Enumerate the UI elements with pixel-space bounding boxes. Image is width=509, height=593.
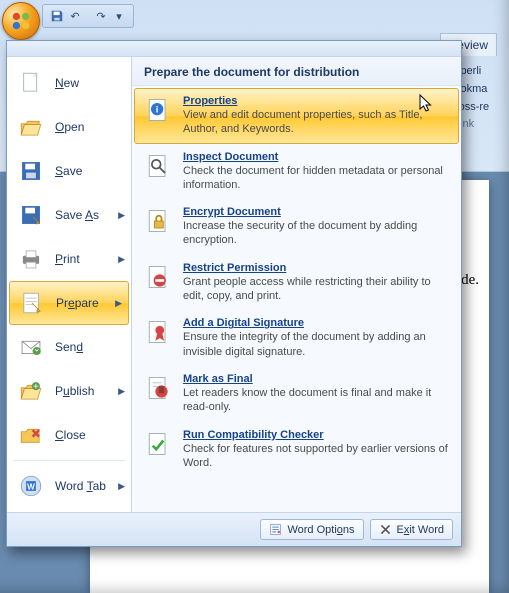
menu-item-prepare[interactable]: Prepare ▶: [9, 281, 129, 325]
compat-icon: [143, 429, 173, 459]
menu-item-print[interactable]: Print ▶: [7, 237, 131, 281]
qat-divider: [85, 8, 91, 24]
prepare-item-final[interactable]: Mark as FinalLet readers know the docume…: [134, 366, 459, 422]
prepare-item-encrypt[interactable]: Encrypt DocumentIncrease the security of…: [134, 199, 459, 255]
new-icon: [17, 69, 45, 97]
prepare-item-properties[interactable]: i PropertiesView and edit document proper…: [134, 88, 459, 144]
prepare-item-title: Inspect Document: [183, 151, 450, 163]
menu-footer: Word Options Exit Word: [7, 512, 461, 546]
office-menu: New Open Save Save As ▶ Print ▶ Prepare ▶ Send Pub…: [6, 40, 462, 547]
menu-item-save[interactable]: Save: [7, 149, 131, 193]
menu-item-label: Save: [55, 164, 82, 178]
saveas-icon: [17, 201, 45, 229]
prepare-item-desc: Let readers know the document is final a…: [183, 386, 450, 415]
menu-item-saveas[interactable]: Save As ▶: [7, 193, 131, 237]
menu-item-wordtab[interactable]: W Word Tab ▶: [7, 464, 131, 508]
menu-item-label: Word Tab: [55, 479, 106, 493]
word-options-button[interactable]: Word Options: [260, 519, 363, 540]
wordtab-icon: W: [17, 472, 45, 500]
menu-item-label: Prepare: [56, 296, 99, 310]
office-button[interactable]: [2, 2, 40, 40]
menu-item-label: Print: [55, 252, 80, 266]
prepare-icon: [18, 289, 46, 317]
menu-item-send[interactable]: Send: [7, 325, 131, 369]
submenu-arrow-icon: ▶: [118, 386, 125, 397]
qat-save-icon[interactable]: [49, 8, 65, 24]
open-icon: [17, 113, 45, 141]
menu-item-publish[interactable]: Publish ▶: [7, 369, 131, 413]
menu-item-label: New: [55, 76, 79, 90]
prepare-item-signature[interactable]: Add a Digital SignatureEnsure the integr…: [134, 310, 459, 366]
menu-header-strip: [7, 41, 461, 57]
word-options-label: Word Options: [287, 524, 354, 536]
prepare-item-compat[interactable]: Run Compatibility CheckerCheck for featu…: [134, 422, 459, 478]
prepare-item-desc: Ensure the integrity of the document by …: [183, 330, 450, 359]
exit-word-label: Exit Word: [397, 524, 444, 536]
restrict-icon: [143, 262, 173, 292]
final-icon: [143, 373, 173, 403]
prepare-item-title: Properties: [183, 95, 450, 107]
save-icon: [17, 157, 45, 185]
prepare-item-desc: Increase the security of the document by…: [183, 219, 450, 248]
prepare-item-title: Encrypt Document: [183, 206, 450, 218]
prepare-panel-header: Prepare the document for distribution: [132, 57, 461, 86]
svg-text:W: W: [27, 482, 35, 491]
options-icon: [269, 523, 282, 536]
prepare-item-desc: Grant people access while restricting th…: [183, 275, 450, 304]
prepare-item-desc: Check the document for hidden metadata o…: [183, 164, 450, 193]
menu-item-label: Save As: [55, 208, 99, 222]
submenu-arrow-icon: ▶: [118, 481, 125, 492]
submenu-arrow-icon: ▶: [115, 298, 122, 309]
menu-item-new[interactable]: New: [7, 61, 131, 105]
quick-access-toolbar: ↶ ↷ ▾: [42, 4, 134, 28]
close-icon: [379, 523, 392, 536]
close-icon: [17, 421, 45, 449]
prepare-item-restrict[interactable]: Restrict PermissionGrant people access w…: [134, 255, 459, 311]
qat-redo-icon[interactable]: ↷: [93, 8, 109, 24]
menu-left-column: New Open Save Save As ▶ Print ▶ Prepare ▶ Send Pub…: [7, 57, 131, 512]
menu-item-label: Open: [55, 120, 84, 134]
encrypt-icon: [143, 206, 173, 236]
submenu-arrow-icon: ▶: [118, 210, 125, 221]
inspect-icon: [143, 151, 173, 181]
office-logo-icon: [10, 10, 32, 32]
menu-separator: [13, 460, 125, 461]
menu-item-open[interactable]: Open: [7, 105, 131, 149]
qat-undo-icon[interactable]: ↶: [67, 8, 83, 24]
send-icon: [17, 333, 45, 361]
publish-icon: [17, 377, 45, 405]
prepare-item-title: Restrict Permission: [183, 262, 450, 274]
submenu-arrow-icon: ▶: [118, 254, 125, 265]
menu-item-label: Send: [55, 340, 83, 354]
prepare-item-inspect[interactable]: Inspect DocumentCheck the document for h…: [134, 144, 459, 200]
prepare-item-title: Run Compatibility Checker: [183, 429, 450, 441]
menu-item-close[interactable]: Close: [7, 413, 131, 457]
prepare-item-title: Mark as Final: [183, 373, 450, 385]
prepare-item-desc: Check for features not supported by earl…: [183, 442, 450, 471]
menu-item-label: Publish: [55, 384, 94, 398]
exit-word-button[interactable]: Exit Word: [370, 519, 453, 540]
prepare-item-desc: View and edit document properties, such …: [183, 108, 450, 137]
properties-icon: i: [143, 95, 173, 125]
svg-text:i: i: [156, 105, 159, 116]
print-icon: [17, 245, 45, 273]
prepare-item-title: Add a Digital Signature: [183, 317, 450, 329]
menu-item-label: Close: [55, 428, 86, 442]
qat-more-icon[interactable]: ▾: [111, 8, 127, 24]
menu-right-panel: Prepare the document for distribution i P…: [131, 57, 461, 512]
signature-icon: [143, 317, 173, 347]
